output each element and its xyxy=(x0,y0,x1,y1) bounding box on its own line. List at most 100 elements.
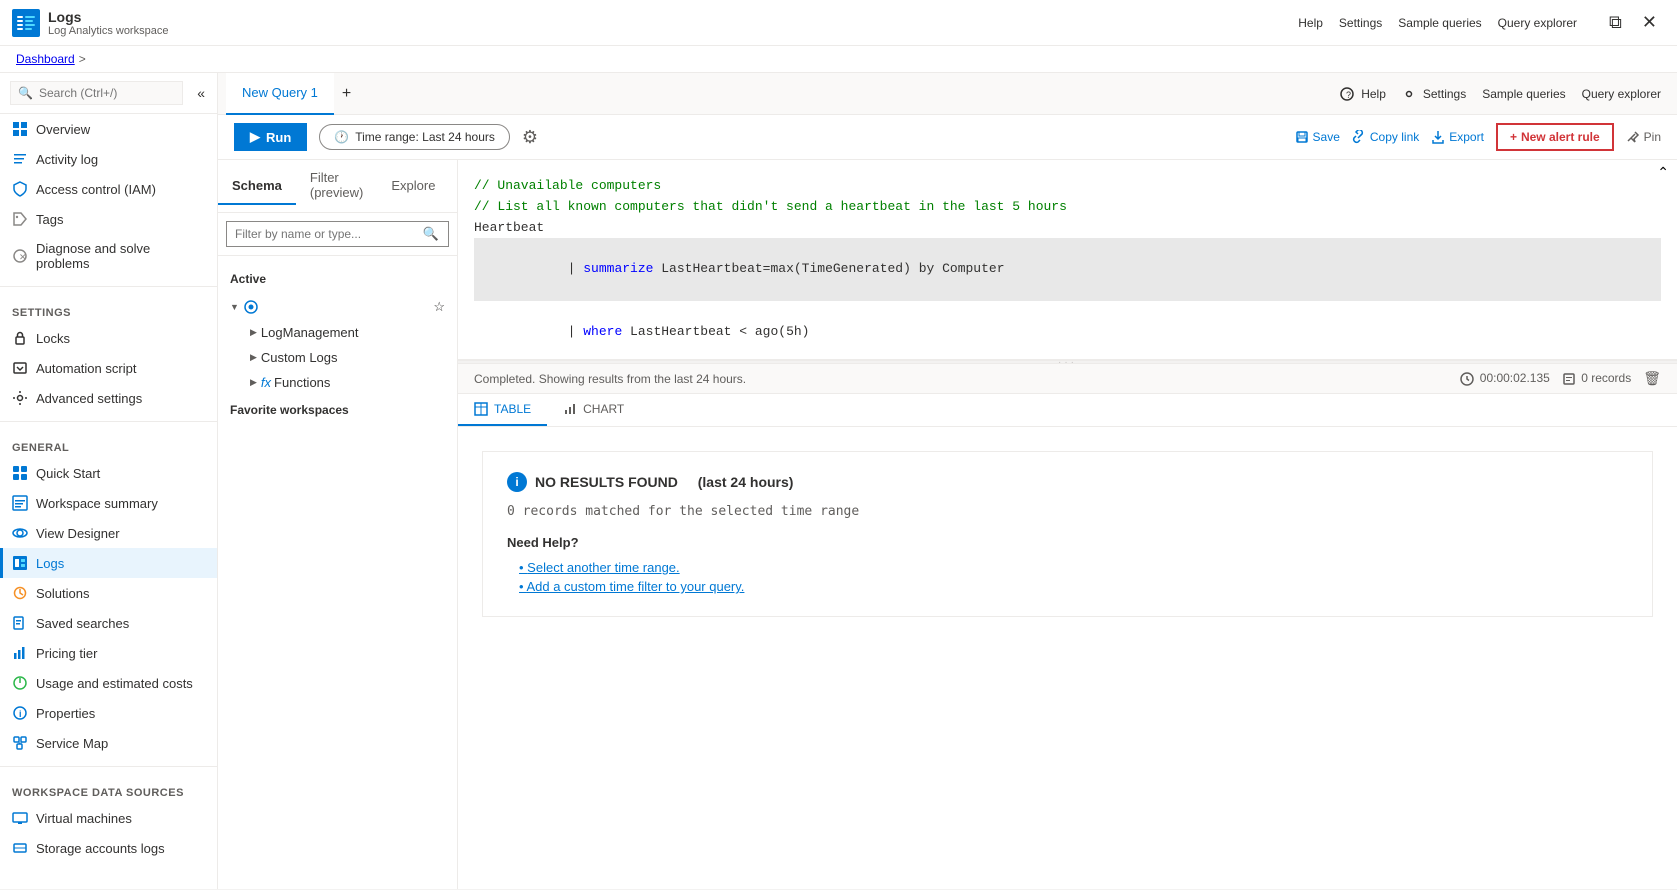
sidebar-item-locks[interactable]: Locks xyxy=(0,323,217,353)
fx-prefix: fx xyxy=(261,375,271,390)
divider-2 xyxy=(0,421,217,422)
schema-active-root[interactable]: ▼ ☆ xyxy=(218,294,457,320)
activity-log-icon xyxy=(12,151,28,167)
sidebar-item-quickstart[interactable]: Quick Start xyxy=(0,458,217,488)
close-button[interactable]: ✕ xyxy=(1634,8,1665,37)
query-explorer-tab-button[interactable]: Query explorer xyxy=(1582,87,1661,101)
code-line-3: Heartbeat xyxy=(474,218,1661,239)
sidebar-item-activity-log[interactable]: Activity log xyxy=(0,144,217,174)
sidebar-item-iam[interactable]: Access control (IAM) xyxy=(0,174,217,204)
sidebar-item-overview[interactable]: Overview xyxy=(0,114,217,144)
general-section-label: General xyxy=(0,430,217,458)
star-icon[interactable]: ☆ xyxy=(433,299,445,315)
sidebar-item-storage[interactable]: Storage accounts logs xyxy=(0,833,217,863)
time-range-button[interactable]: 🕐 Time range: Last 24 hours xyxy=(319,124,510,150)
schema-search-icon: 🔍 xyxy=(423,226,439,242)
query-explorer-button[interactable]: Query explorer xyxy=(1498,16,1577,30)
records-icon: 0 records xyxy=(1562,371,1631,386)
sidebar-item-tags[interactable]: Tags xyxy=(0,204,217,234)
sidebar-item-vms[interactable]: Virtual machines xyxy=(0,803,217,833)
sample-queries-button[interactable]: Sample queries xyxy=(1398,16,1481,30)
sidebar-item-logs[interactable]: Logs xyxy=(0,548,217,578)
sidebar-item-diagnose[interactable]: ✕ Diagnose and solve problems xyxy=(0,234,217,278)
sample-queries-tab-button[interactable]: Sample queries xyxy=(1482,87,1565,101)
schema-item-logmanagement[interactable]: ▶ LogManagement xyxy=(246,320,457,345)
sidebar-item-solutions[interactable]: Solutions xyxy=(0,578,217,608)
sidebar-item-advanced[interactable]: Advanced settings xyxy=(0,383,217,413)
filter-button[interactable]: ⚙ xyxy=(522,127,538,148)
advanced-label: Advanced settings xyxy=(36,391,142,406)
results-toolbar: Completed. Showing results from the last… xyxy=(458,364,1677,394)
expand-customlogs-icon: ▶ xyxy=(250,352,257,363)
minimize-button[interactable]: ⧉ xyxy=(1601,8,1630,37)
properties-icon: i xyxy=(12,705,28,721)
schema-search-input[interactable] xyxy=(226,221,449,247)
settings-button[interactable]: Settings xyxy=(1339,16,1382,30)
svg-text:i: i xyxy=(19,709,22,719)
sidebar-item-view-designer[interactable]: View Designer xyxy=(0,518,217,548)
pricing-icon xyxy=(12,645,28,661)
add-tab-button[interactable]: + xyxy=(334,81,359,107)
view-designer-icon xyxy=(12,525,28,541)
sidebar: 🔍 « Overview Activity log Access control… xyxy=(0,73,218,889)
code-line-4: | summarize LastHeartbeat=max(TimeGenera… xyxy=(474,238,1661,300)
copy-link-button[interactable]: Copy link xyxy=(1352,130,1419,144)
schema-tab-schema[interactable]: Schema xyxy=(218,168,296,205)
usage-label: Usage and estimated costs xyxy=(36,676,193,691)
sidebar-item-workspace-summary[interactable]: Workspace summary xyxy=(0,488,217,518)
query-area: New Query 1 + ? Help Settings Sample que… xyxy=(218,73,1677,889)
results-tabs: TABLE CHART xyxy=(458,394,1677,427)
sidebar-item-service-map[interactable]: Service Map xyxy=(0,728,217,758)
query-editor[interactable]: ⌃ // Unavailable computers // List all k… xyxy=(458,160,1677,360)
no-results-sub: 0 records matched for the selected time … xyxy=(507,504,1628,519)
save-button[interactable]: Save xyxy=(1295,130,1340,144)
favorite-workspaces-section: Favorite workspaces xyxy=(218,395,457,425)
help-button[interactable]: Help xyxy=(1298,16,1323,30)
editor-collapse-button[interactable]: ⌃ xyxy=(1657,164,1669,181)
results-area: Completed. Showing results from the last… xyxy=(458,364,1677,889)
clock-icon: 🕐 xyxy=(334,130,349,144)
schema-tab-filter[interactable]: Filter (preview) xyxy=(296,160,377,212)
run-button[interactable]: ▶ Run xyxy=(234,123,307,151)
delete-results-button[interactable]: 🗑 xyxy=(1643,370,1661,387)
pin-button[interactable]: Pin xyxy=(1626,130,1661,144)
code-line-1: // Unavailable computers xyxy=(474,176,1661,197)
sidebar-item-pricing[interactable]: Pricing tier xyxy=(0,638,217,668)
help-link-2[interactable]: Add a custom time filter to your query. xyxy=(507,577,1628,596)
sidebar-item-automation[interactable]: Automation script xyxy=(0,353,217,383)
sidebar-item-saved-searches[interactable]: Saved searches xyxy=(0,608,217,638)
workspace-summary-icon xyxy=(12,495,28,511)
saved-searches-label: Saved searches xyxy=(36,616,129,631)
sidebar-item-properties[interactable]: i Properties xyxy=(0,698,217,728)
schema-item-functions[interactable]: ▶ fx Functions xyxy=(246,370,457,395)
tab-bar: New Query 1 + ? Help Settings Sample que… xyxy=(218,73,1677,115)
schema-tab-explore[interactable]: Explore xyxy=(377,168,449,205)
settings-tab-button[interactable]: Settings xyxy=(1402,87,1466,101)
expand-icon: ▼ xyxy=(230,302,239,312)
expand-logmanagement-icon: ▶ xyxy=(250,327,257,338)
usage-icon xyxy=(12,675,28,691)
results-tab-chart[interactable]: CHART xyxy=(547,394,640,426)
properties-label: Properties xyxy=(36,706,95,721)
results-tab-table[interactable]: TABLE xyxy=(458,394,547,426)
query-tab-1[interactable]: New Query 1 xyxy=(226,73,334,115)
results-status: Completed. Showing results from the last… xyxy=(474,372,1444,386)
activity-log-label: Activity log xyxy=(36,152,98,167)
sidebar-search-container: 🔍 xyxy=(0,73,193,113)
logs-label: Logs xyxy=(36,556,64,571)
logs-nav-icon xyxy=(12,555,28,571)
schema-content: Active ▼ ☆ ▶ LogManagement ▶ xyxy=(218,256,457,889)
schema-item-customlogs[interactable]: ▶ Custom Logs xyxy=(246,345,457,370)
export-button[interactable]: Export xyxy=(1431,130,1484,144)
sidebar-search-input[interactable] xyxy=(10,81,183,105)
pricing-label: Pricing tier xyxy=(36,646,97,661)
breadcrumb-link[interactable]: Dashboard xyxy=(16,52,75,66)
help-link-1[interactable]: Select another time range. xyxy=(507,558,1628,577)
sidebar-collapse-button[interactable]: « xyxy=(193,81,209,105)
results-content: i NO RESULTS FOUND (last 24 hours) 0 rec… xyxy=(458,427,1677,889)
new-alert-rule-button[interactable]: + New alert rule xyxy=(1496,123,1614,151)
iam-label: Access control (IAM) xyxy=(36,182,156,197)
logs-icon xyxy=(12,9,40,37)
sidebar-item-usage[interactable]: Usage and estimated costs xyxy=(0,668,217,698)
help-tab-button[interactable]: ? Help xyxy=(1340,87,1386,101)
